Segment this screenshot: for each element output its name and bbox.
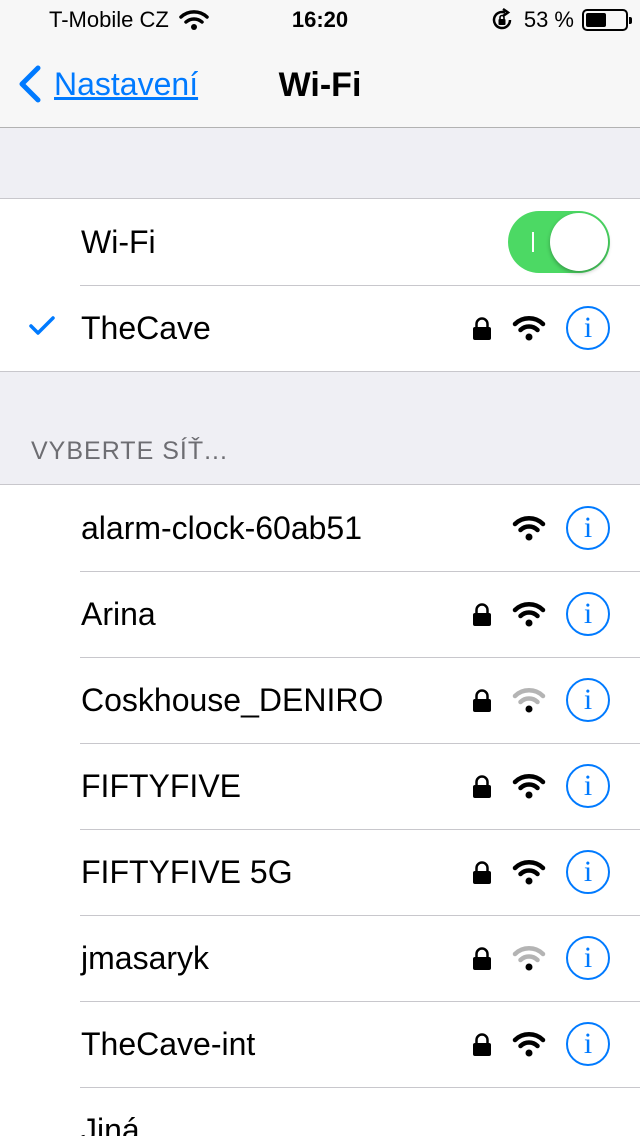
lock-icon bbox=[473, 775, 491, 798]
status-bar: T-Mobile CZ 16:20 53 % bbox=[0, 0, 640, 40]
network-row[interactable]: alarm-clock-60ab51 i bbox=[0, 485, 640, 571]
info-button[interactable]: i bbox=[566, 936, 610, 980]
navigation-bar: Nastavení Wi-Fi bbox=[0, 40, 640, 128]
checkmark-icon bbox=[29, 316, 55, 335]
chevron-left-icon bbox=[19, 65, 41, 103]
info-button[interactable]: i bbox=[566, 1022, 610, 1066]
network-row[interactable]: FIFTYFIVE 5G i bbox=[0, 829, 640, 915]
wifi-signal-icon bbox=[512, 688, 546, 713]
network-name: Coskhouse_DENIRO bbox=[81, 681, 384, 718]
connected-network-row[interactable]: TheCave i bbox=[0, 285, 640, 371]
network-list: alarm-clock-60ab51 i Arina i Coskhouse_DENIR… bbox=[0, 484, 640, 1136]
lock-icon bbox=[473, 861, 491, 884]
network-name: alarm-clock-60ab51 bbox=[81, 509, 363, 546]
info-button[interactable]: i bbox=[566, 592, 610, 636]
network-name: jmasaryk bbox=[81, 939, 210, 976]
wifi-settings-group: Wi-Fi TheCave i bbox=[0, 198, 640, 372]
network-name: Arina bbox=[81, 595, 156, 632]
network-row[interactable]: FIFTYFIVE i bbox=[0, 743, 640, 829]
network-row[interactable]: Coskhouse_DENIRO i bbox=[0, 657, 640, 743]
lock-icon bbox=[473, 317, 491, 340]
other-network-row[interactable]: Jiná bbox=[0, 1087, 640, 1136]
status-bar-right: 53 % bbox=[490, 6, 632, 34]
network-name: FIFTYFIVE bbox=[81, 767, 241, 804]
info-button[interactable]: i bbox=[566, 306, 610, 350]
wifi-toggle-row: Wi-Fi bbox=[0, 199, 640, 285]
info-button[interactable]: i bbox=[566, 506, 610, 550]
wifi-signal-icon bbox=[512, 946, 546, 971]
wifi-signal-icon bbox=[512, 516, 546, 541]
wifi-signal-icon bbox=[512, 774, 546, 799]
wifi-signal-icon bbox=[512, 1032, 546, 1057]
lock-icon bbox=[473, 1033, 491, 1056]
network-row[interactable]: jmasaryk i bbox=[0, 915, 640, 1001]
network-row[interactable]: Arina i bbox=[0, 571, 640, 657]
network-name: TheCave-int bbox=[81, 1025, 256, 1062]
info-button[interactable]: i bbox=[566, 764, 610, 808]
wifi-signal-icon bbox=[512, 602, 546, 627]
wifi-signal-icon bbox=[512, 860, 546, 885]
battery-icon bbox=[582, 9, 632, 31]
wifi-signal-icon bbox=[512, 316, 546, 341]
section-header: VYBERTE SÍŤ... bbox=[31, 437, 228, 465]
rotation-lock-icon bbox=[492, 8, 512, 30]
info-button[interactable]: i bbox=[566, 678, 610, 722]
lock-icon bbox=[473, 603, 491, 626]
wifi-toggle-switch[interactable] bbox=[508, 211, 610, 273]
back-label: Nastavení bbox=[54, 65, 199, 102]
connected-network-name: TheCave bbox=[81, 309, 211, 346]
info-button[interactable]: i bbox=[566, 850, 610, 894]
network-row[interactable]: TheCave-int i bbox=[0, 1001, 640, 1087]
lock-icon bbox=[473, 689, 491, 712]
back-button[interactable]: Nastavení bbox=[16, 64, 198, 104]
lock-icon bbox=[473, 947, 491, 970]
other-network-label: Jiná bbox=[81, 1111, 140, 1136]
battery-percent: 53 % bbox=[523, 7, 574, 32]
wifi-toggle-label: Wi-Fi bbox=[81, 223, 156, 260]
network-name: FIFTYFIVE 5G bbox=[81, 853, 293, 890]
